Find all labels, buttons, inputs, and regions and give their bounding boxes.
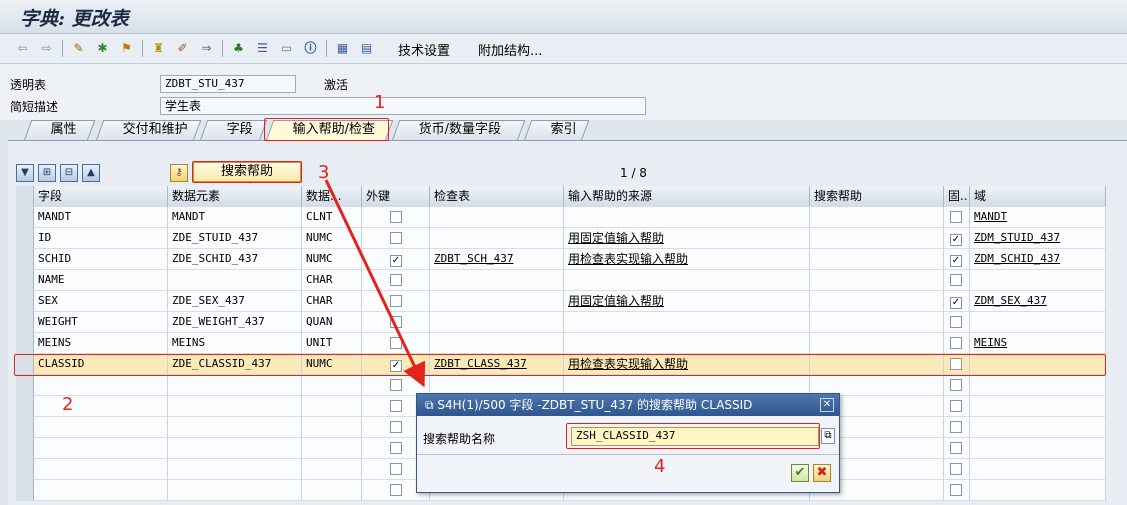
annotation-arrow [324, 179, 426, 388]
